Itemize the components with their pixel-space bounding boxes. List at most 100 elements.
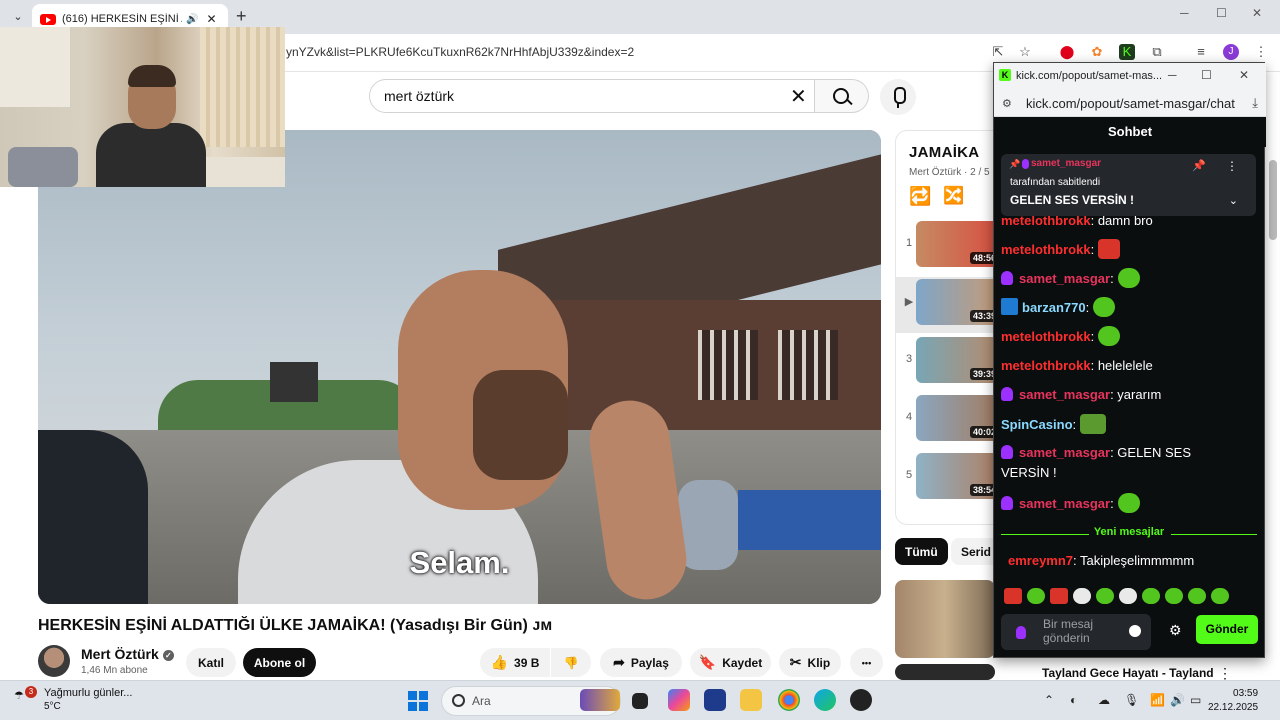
chat-user[interactable]: samet_masgar [1019,387,1110,402]
clip-button[interactable]: ✂ Klip [779,648,841,677]
chip-all[interactable]: Tümü [895,538,948,565]
new-messages-divider[interactable]: Yeni mesajlar [1001,526,1257,542]
search-input[interactable]: mert öztürk [369,79,815,113]
bookmark-star-icon[interactable]: ☆ [1017,44,1033,60]
download-icon[interactable]: ⤓ [1252,95,1258,111]
extensions-puzzle-icon[interactable]: ⧉ [1149,44,1165,60]
emote-icon[interactable] [1211,588,1229,604]
extension-orange-icon[interactable]: ✿ [1089,44,1105,60]
media-icon[interactable]: ≡ [1193,44,1209,60]
site-info-icon[interactable]: ⚙ [1002,97,1012,110]
shuffle-icon[interactable]: 🔀 [943,186,964,206]
battery-icon[interactable]: ▭ [1190,693,1201,707]
chat-user[interactable]: samet_masgar [1019,445,1110,460]
install-icon[interactable]: ⇱ [990,44,1006,60]
playlist-item[interactable]: 5 38:54 [896,451,1004,507]
save-button[interactable]: 🔖 Kaydet [690,648,771,677]
subscribe-button[interactable]: Abone ol [243,648,316,677]
channel-name[interactable]: Mert Öztürk [81,646,159,662]
windows-start-icon[interactable] [408,691,428,711]
volume-icon[interactable]: 🔊 [1170,693,1185,707]
send-button[interactable]: Gönder [1196,615,1258,644]
tab-close-icon[interactable]: ✕ [206,12,216,26]
tray-app-icon[interactable]: ◐ [1070,693,1077,707]
recommended-title[interactable]: Tayland Gece Hayatı - Tayland [1042,666,1214,680]
pinned-message[interactable]: 📌 samet_masgar 📌 ⋮ tarafından sabitlendi… [1001,154,1256,216]
wifi-icon[interactable]: 📶 [1150,693,1165,707]
app-icon[interactable] [850,689,872,711]
playlist-thumbnail[interactable]: 39:39 [916,337,1002,383]
chat-user[interactable]: SpinCasino [1001,417,1073,432]
dislike-button[interactable]: 👎 [551,648,591,677]
recommended-thumbnail[interactable] [895,664,995,680]
extension-red-icon[interactable]: ⬤ [1059,44,1075,60]
loop-icon[interactable]: 🔁 [909,186,931,207]
emote-icon[interactable] [1027,588,1045,604]
more-actions-button[interactable]: ••• [850,648,883,677]
search-button[interactable] [815,79,869,113]
clear-search-icon[interactable]: ✕ [790,84,807,109]
unpin-icon[interactable]: 📌 [1192,159,1206,172]
menu-dots-icon[interactable]: ⋮ [1253,44,1269,60]
emote-icon[interactable] [1165,588,1183,604]
join-button[interactable]: Katıl [186,648,236,677]
video-player[interactable]: Selam. [38,130,881,604]
chat-user[interactable]: samet_masgar [1019,496,1110,511]
voice-search-button[interactable] [880,79,916,115]
recommended-thumbnail[interactable] [895,580,995,658]
pinned-more-icon[interactable]: ⋮ [1226,159,1238,173]
clock[interactable]: 03:59 22.12.2025 [1208,687,1258,715]
emote-icon[interactable] [1096,588,1114,604]
playlist-title[interactable]: JAMAİKA [909,144,979,161]
maximize-icon[interactable]: ☐ [1216,6,1227,20]
minimize-icon[interactable]: ─ [1180,6,1189,20]
popup-close-icon[interactable]: ✕ [1239,68,1249,82]
profile-avatar[interactable]: J [1223,44,1239,60]
share-button[interactable]: ➦ Paylaş [600,648,682,677]
chat-settings-icon[interactable]: ⚙ [1169,622,1182,639]
popup-url[interactable]: kick.com/popout/samet-masgar/chat [1026,96,1235,111]
chrome-icon[interactable] [778,689,800,711]
emote-icon[interactable] [1119,588,1137,604]
emote-icon[interactable] [1073,588,1091,604]
weather-widget[interactable]: ☂ 3 Yağmurlu günler... 5°C [14,686,132,713]
edge-icon[interactable] [814,689,836,711]
channel-avatar[interactable] [38,645,70,677]
chevron-down-icon[interactable]: ⌄ [1229,194,1238,207]
playlist-item[interactable]: 3 39:39 [896,335,1004,391]
speaker-icon[interactable]: 🔊 [186,14,198,25]
emote-icon[interactable] [1188,588,1206,604]
new-tab-button[interactable]: + [236,6,247,27]
like-button[interactable]: 👍 39 B [480,648,550,677]
chat-user[interactable]: metelothbrokk [1001,329,1091,344]
copilot-icon[interactable] [668,689,690,711]
chat-input[interactable]: Bir mesaj gönderin [1001,614,1151,650]
chat-user[interactable]: emreymn7 [1008,553,1073,568]
emote-icon[interactable] [1050,588,1068,604]
close-window-icon[interactable]: ✕ [1252,6,1262,20]
tray-cloud-icon[interactable]: ☁ [1098,693,1110,707]
chat-user[interactable]: metelothbrokk [1001,242,1091,257]
search-highlight-icon[interactable] [580,689,620,711]
playlist-thumbnail[interactable]: 40:02 [916,395,1002,441]
playlist-item[interactable]: 1 48:56 [896,219,1004,275]
store-icon[interactable] [704,689,726,711]
popup-maximize-icon[interactable]: ☐ [1201,68,1212,82]
channel-name-row[interactable]: Mert Öztürk ✓ [81,646,174,662]
popup-minimize-icon[interactable]: ─ [1168,68,1177,82]
playlist-item[interactable]: ▶ 43:39 [896,277,1004,333]
emote-icon[interactable] [1142,588,1160,604]
emote-icon[interactable] [1004,588,1022,604]
page-scrollbar[interactable] [1269,160,1277,240]
emoji-icon[interactable] [1129,625,1141,637]
chat-user[interactable]: samet_masgar [1019,271,1110,286]
playlist-item[interactable]: 4 40:02 [896,393,1004,449]
tray-chevron-icon[interactable]: ⌃ [1044,693,1054,707]
kick-extension-icon[interactable]: K [1119,44,1135,60]
file-explorer-icon[interactable] [740,689,762,711]
playlist-thumbnail[interactable]: 48:56 [916,221,1002,267]
playlist-thumbnail[interactable]: 38:54 [916,453,1002,499]
task-view-icon[interactable] [632,693,648,709]
playlist-thumbnail[interactable]: 43:39 [916,279,1002,325]
tray-mic-icon[interactable]: 🎙 [1124,693,1139,707]
